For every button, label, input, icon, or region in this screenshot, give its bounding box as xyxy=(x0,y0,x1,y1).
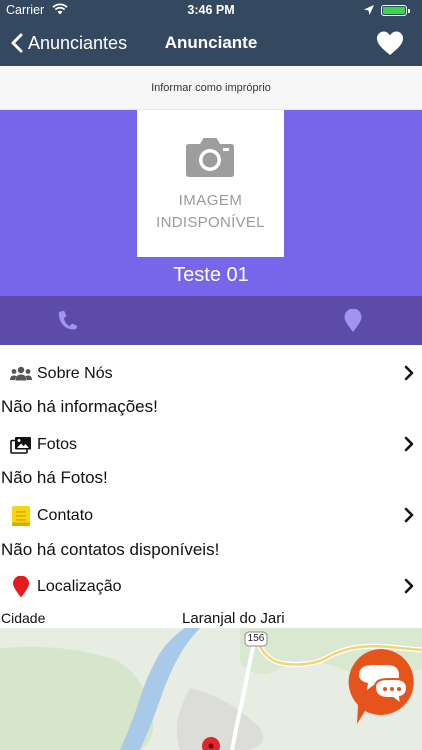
map-marker-icon[interactable] xyxy=(201,736,221,750)
contact-empty-message: Não há contatos disponíveis! xyxy=(1,540,220,559)
users-group-icon xyxy=(10,363,32,385)
location-pin-icon xyxy=(10,576,32,598)
photos-empty-message: Não há Fotos! xyxy=(1,468,108,487)
address-book-icon xyxy=(10,505,32,527)
battery-icon xyxy=(381,5,410,16)
chevron-right-icon xyxy=(404,507,414,523)
advertiser-name: Teste 01 xyxy=(173,264,249,286)
chevron-right-icon xyxy=(404,436,414,452)
section-photos[interactable]: Fotos xyxy=(0,427,422,463)
page-title: Anunciante xyxy=(164,33,258,52)
profile-image-placeholder: IMAGEM INDISPONÍVEL xyxy=(137,110,284,257)
section-contact-label: Contato xyxy=(37,507,94,524)
section-photos-label: Fotos xyxy=(37,436,78,453)
road-shield-label: 156 xyxy=(247,633,265,644)
city-field-label: Cidade xyxy=(1,610,46,626)
photo-gallery-icon xyxy=(10,434,32,456)
about-empty-message: Não há informações! xyxy=(1,397,158,416)
chevron-right-icon xyxy=(404,578,414,594)
location-arrow-icon xyxy=(364,5,374,15)
camera-icon xyxy=(186,138,234,177)
city-value: Laranjal do Jari xyxy=(182,610,285,627)
section-about-label: Sobre Nós xyxy=(37,365,113,382)
status-bar: Carrier 3:46 PM xyxy=(0,0,422,22)
favorite-heart-icon[interactable] xyxy=(376,30,404,56)
placeholder-text-line1: IMAGEM xyxy=(178,192,243,209)
section-location-label: Localização xyxy=(37,578,122,595)
map-pin-icon[interactable] xyxy=(343,309,363,333)
phone-icon[interactable] xyxy=(56,310,78,332)
placeholder-text-line2: INDISPONÍVEL xyxy=(156,214,265,231)
chevron-right-icon xyxy=(404,365,414,381)
section-location[interactable]: Localização xyxy=(0,569,422,605)
section-about-us[interactable]: Sobre Nós xyxy=(0,356,422,392)
chat-bubble-icon[interactable] xyxy=(345,647,415,725)
report-inappropriate-link[interactable]: Informar como impróprio xyxy=(0,66,422,110)
section-contact[interactable]: Contato xyxy=(0,498,422,534)
status-time: 3:46 PM xyxy=(187,3,235,17)
report-label: Informar como impróprio xyxy=(151,81,271,94)
